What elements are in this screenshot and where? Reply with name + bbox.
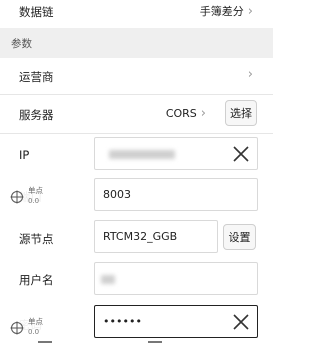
badge-value: 0.0	[28, 197, 40, 205]
chevron-right-icon: ›	[247, 3, 253, 19]
mountpoint-input[interactable]: RTCM32_GGB	[94, 220, 218, 253]
bottom-edge-mark	[148, 341, 162, 343]
server-label: 服务器	[19, 108, 54, 122]
password-value: ••••••	[103, 315, 142, 328]
ip-label: IP	[19, 148, 30, 162]
badge-value: 0.0	[28, 328, 40, 336]
password-input[interactable]: ••••••	[94, 305, 258, 338]
section-title: 参数	[11, 38, 32, 50]
crosshair-icon	[10, 321, 24, 335]
datalink-value-text: 手簿差分	[199, 5, 244, 18]
datalink-label: 数据链	[19, 5, 54, 19]
crosshair-icon	[10, 190, 24, 204]
mountpoint-label: 源节点	[19, 232, 54, 246]
badge-title: 单点	[28, 186, 43, 195]
chevron-right-icon: ›	[200, 106, 206, 121]
clear-icon[interactable]	[231, 144, 251, 164]
mountpoint-value: RTCM32_GGB	[103, 230, 178, 243]
set-mountpoint-button[interactable]: 设置	[223, 224, 256, 250]
positioning-badge[interactable]: 单点 0.0	[6, 315, 52, 341]
redacted-ip	[109, 150, 175, 159]
positioning-badge[interactable]: 单点 0.0	[6, 184, 52, 210]
clear-icon[interactable]	[231, 312, 251, 332]
server-value-text: CORS	[165, 107, 197, 120]
datalink-value[interactable]: 手簿差分 ›	[200, 3, 253, 19]
select-server-button[interactable]: 选择	[225, 100, 257, 126]
username-label: 用户名	[19, 273, 54, 287]
port-value: 8003	[103, 188, 131, 201]
badge-title: 单点	[28, 317, 43, 326]
operator-label: 运营商	[19, 70, 54, 84]
redacted-username	[101, 275, 115, 284]
section-header: 参数	[0, 28, 273, 58]
bottom-edge-mark	[38, 341, 52, 343]
username-input[interactable]	[94, 262, 258, 295]
chevron-right-icon: ›	[247, 67, 253, 82]
port-input[interactable]: 8003	[94, 178, 258, 211]
divider	[0, 94, 273, 95]
server-value[interactable]: CORS ›	[166, 107, 206, 120]
ip-input[interactable]	[94, 137, 258, 170]
divider	[0, 133, 273, 134]
